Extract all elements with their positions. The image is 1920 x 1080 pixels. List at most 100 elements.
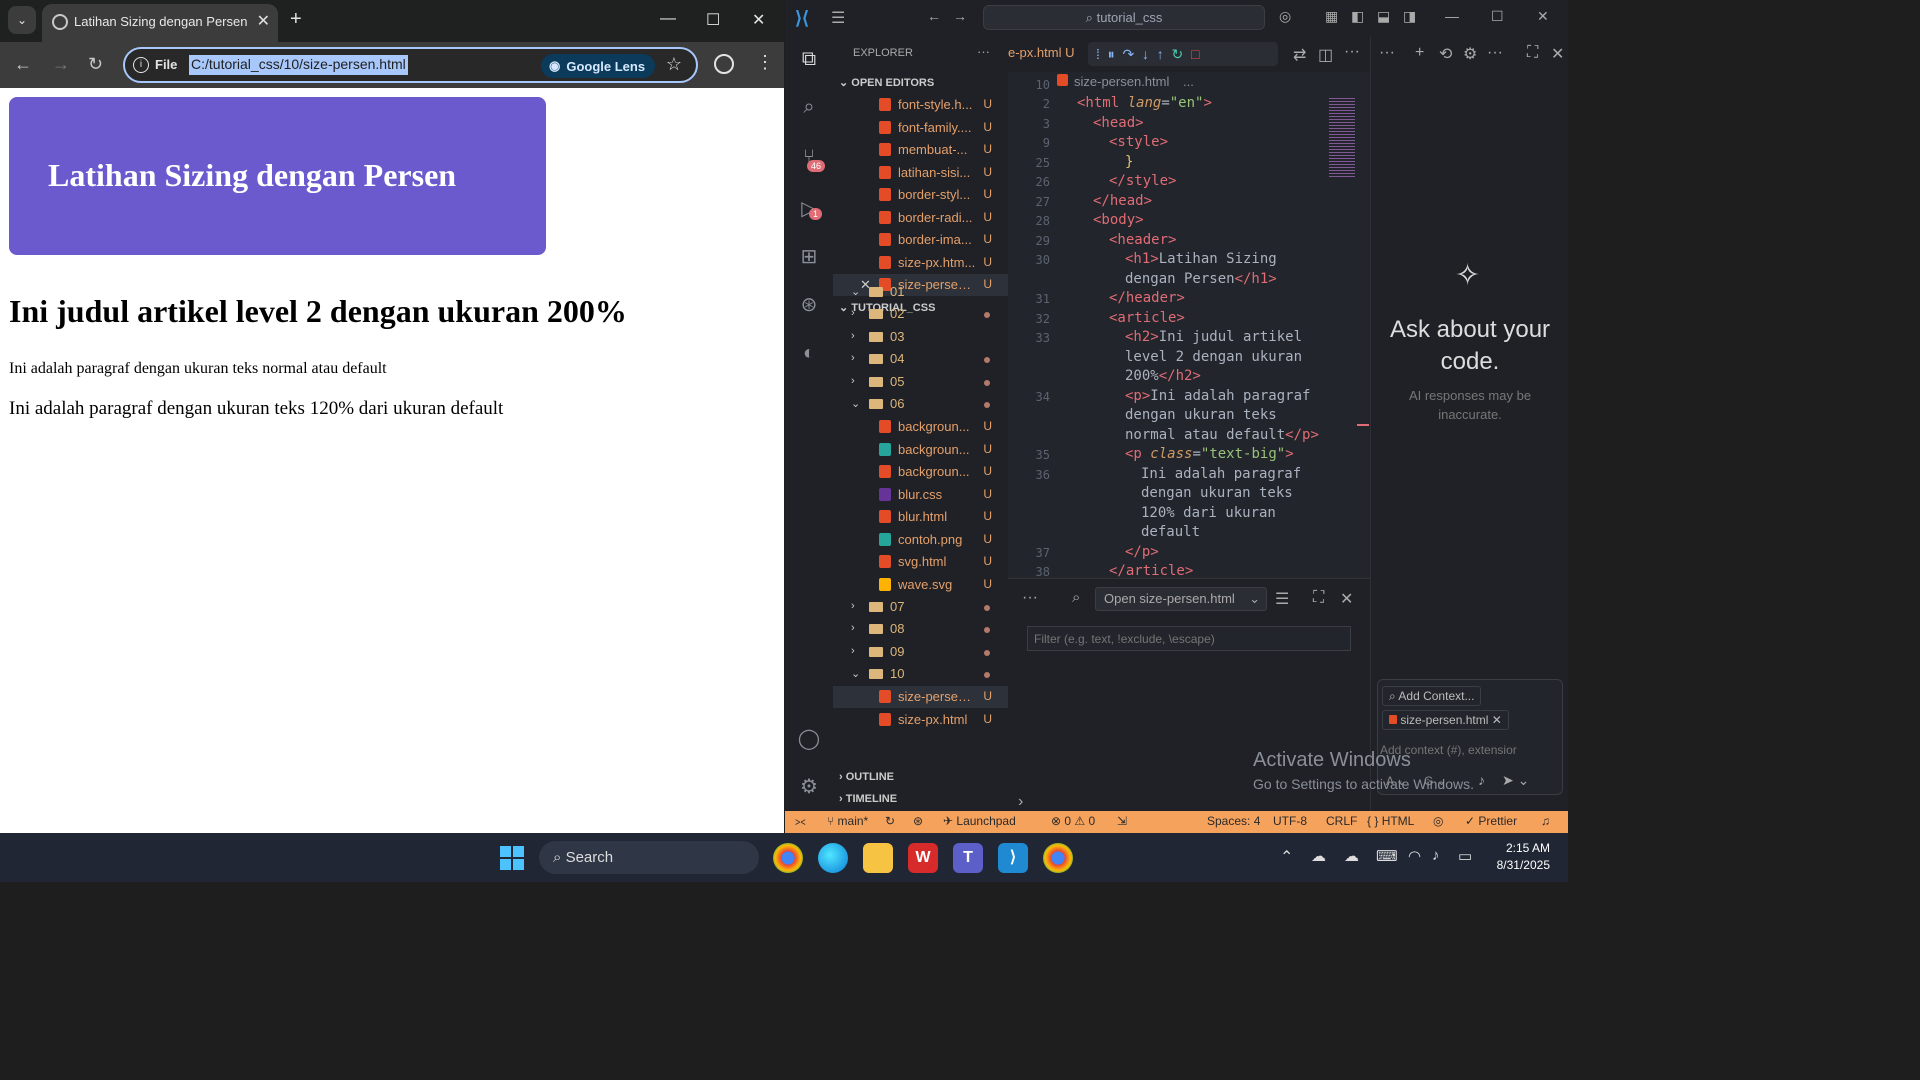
- chat-more-icon[interactable]: ···: [1379, 44, 1395, 62]
- send-icon[interactable]: ➤ ⌄: [1502, 772, 1529, 789]
- new-tab-button[interactable]: +: [290, 9, 302, 29]
- file-item[interactable]: backgroun... U: [833, 439, 1008, 461]
- close-window-button[interactable]: ✕: [752, 10, 765, 30]
- profile-icon[interactable]: [714, 54, 734, 74]
- folder-item[interactable]: › 09: [833, 641, 1008, 663]
- breadcrumb-file[interactable]: size-persen.html: [1074, 74, 1169, 89]
- folder-item[interactable]: ⌄ 10: [833, 663, 1008, 685]
- open-editor-item[interactable]: border-ima... U: [833, 229, 1008, 251]
- compare-icon[interactable]: ⇄: [1293, 45, 1306, 65]
- onedrive-icon[interactable]: ☁: [1311, 847, 1326, 865]
- folder-item[interactable]: ⌄ 06: [833, 393, 1008, 415]
- encoding-status[interactable]: UTF-8: [1273, 814, 1307, 828]
- remote-icon[interactable]: ⪥: [795, 814, 806, 829]
- taskbar-search[interactable]: ⌕ Search: [539, 841, 759, 874]
- url-text[interactable]: C:/tutorial_css/10/size-persen.html: [189, 55, 408, 75]
- reload-button[interactable]: ↻: [88, 54, 103, 74]
- open-editor-item[interactable]: font-style.h... U: [833, 94, 1008, 116]
- explorer-icon[interactable]: ⧉: [797, 48, 821, 72]
- folder-item[interactable]: › 05: [833, 371, 1008, 393]
- maximize-button[interactable]: ☐: [706, 10, 720, 30]
- open-editor-item[interactable]: latihan-sisi... U: [833, 162, 1008, 184]
- remove-context-icon[interactable]: ✕: [1492, 713, 1502, 727]
- breadcrumb-more[interactable]: ...: [1183, 74, 1194, 89]
- file-item[interactable]: size-persen... U: [833, 686, 1008, 708]
- file-item[interactable]: backgroun... U: [833, 416, 1008, 438]
- sync-icon[interactable]: ↻: [885, 814, 895, 828]
- launchpad-status[interactable]: ✈ Launchpad: [943, 814, 1016, 828]
- file-item[interactable]: size-px.html U: [833, 709, 1008, 731]
- open-editor-item[interactable]: membuat-... U: [833, 139, 1008, 161]
- chat-settings-icon[interactable]: ⚙: [1463, 44, 1477, 64]
- toggle-secondary-sidebar-icon[interactable]: ◨: [1403, 8, 1416, 25]
- battery-icon[interactable]: ▭: [1458, 847, 1472, 865]
- open-editor-item[interactable]: font-family.... U: [833, 117, 1008, 139]
- address-bar[interactable]: i File C:/tutorial_css/10/size-persen.ht…: [123, 47, 698, 83]
- stop-icon[interactable]: □: [1191, 46, 1199, 62]
- folder-item[interactable]: › 03: [833, 326, 1008, 348]
- clock[interactable]: 2:15 AM 8/31/2025: [1490, 840, 1550, 874]
- maximize-button[interactable]: ☐: [1491, 8, 1504, 25]
- settings-gear-icon[interactable]: ⚙: [797, 774, 821, 798]
- open-editors-section[interactable]: ⌄ OPEN EDITORS: [839, 76, 934, 89]
- chrome-active-taskbar-icon[interactable]: [1043, 843, 1073, 873]
- branch-status[interactable]: ⑂ main*: [827, 814, 868, 828]
- close-chat-icon[interactable]: ✕: [1551, 44, 1564, 64]
- layout-icon[interactable]: ▦: [1325, 8, 1338, 25]
- maximize-chat-icon[interactable]: ⛶: [1527, 44, 1538, 62]
- git-graph-icon[interactable]: ⊛: [797, 292, 821, 316]
- search-view-icon[interactable]: ⌕: [797, 96, 821, 120]
- chevron-right-icon[interactable]: ›: [1018, 793, 1023, 811]
- panel-more-icon[interactable]: ···: [1022, 589, 1038, 607]
- step-into-icon[interactable]: ↓: [1142, 46, 1149, 62]
- minimize-button[interactable]: —: [660, 10, 676, 28]
- output-channel-select[interactable]: Open size-persen.html ⌄: [1095, 587, 1267, 611]
- start-button[interactable]: [500, 846, 524, 870]
- back-button[interactable]: ←: [14, 54, 32, 74]
- file-explorer-taskbar-icon[interactable]: [863, 843, 893, 873]
- bookmark-star-icon[interactable]: ☆: [666, 54, 682, 75]
- extensions-icon[interactable]: ⊞: [797, 244, 821, 268]
- open-editor-item[interactable]: size-px.htm... U: [833, 252, 1008, 274]
- editor-more-icon[interactable]: ···: [1344, 43, 1360, 61]
- folder-item[interactable]: › 04: [833, 348, 1008, 370]
- folder-item[interactable]: › 07: [833, 596, 1008, 618]
- vscode-taskbar-icon[interactable]: ⟩: [998, 843, 1028, 873]
- file-item[interactable]: svg.html U: [833, 551, 1008, 573]
- forward-button[interactable]: →: [52, 54, 70, 74]
- wifi-icon[interactable]: ◠: [1408, 847, 1421, 865]
- wps-taskbar-icon[interactable]: W: [908, 843, 938, 873]
- toggle-panel-icon[interactable]: ⬓: [1377, 8, 1390, 25]
- problems-status[interactable]: ⊗ 0 ⚠ 0: [1051, 814, 1095, 828]
- keyboard-icon[interactable]: ⌨: [1376, 847, 1398, 865]
- chrome-menu-icon[interactable]: ⋮: [756, 52, 774, 73]
- remote-explorer-icon[interactable]: ◐: [797, 342, 821, 366]
- more-actions-icon[interactable]: ···: [977, 44, 990, 59]
- folder-item[interactable]: › 08: [833, 618, 1008, 640]
- toggle-sidebar-icon[interactable]: ◧: [1351, 8, 1364, 25]
- outline-section[interactable]: › OUTLINE: [839, 771, 894, 783]
- step-out-icon[interactable]: ↑: [1157, 46, 1164, 62]
- google-lens-button[interactable]: ◉ Google Lens: [541, 54, 656, 78]
- open-editor-item[interactable]: border-radi... U: [833, 207, 1008, 229]
- context-file-chip[interactable]: size-persen.html ✕: [1382, 710, 1509, 730]
- maximize-panel-icon[interactable]: ⛶: [1313, 589, 1324, 607]
- account-icon[interactable]: ◯: [797, 726, 821, 750]
- forward-arrow-icon[interactable]: →: [953, 8, 967, 24]
- open-editor-item[interactable]: border-styl... U: [833, 184, 1008, 206]
- chat-overflow-icon[interactable]: ···: [1487, 44, 1503, 62]
- language-status[interactable]: { } HTML: [1367, 814, 1414, 828]
- split-editor-icon[interactable]: ◫: [1318, 45, 1333, 65]
- site-info-icon[interactable]: i: [133, 57, 149, 73]
- volume-icon[interactable]: ♪: [1432, 847, 1440, 864]
- eol-status[interactable]: CRLF: [1326, 814, 1357, 828]
- git-graph-status-icon[interactable]: ⊛: [913, 814, 923, 828]
- history-icon[interactable]: ⟲: [1439, 44, 1452, 64]
- menu-icon[interactable]: ☰: [831, 8, 845, 28]
- restart-icon[interactable]: ↻: [1172, 46, 1184, 62]
- copilot-status-icon[interactable]: ◎: [1433, 814, 1443, 828]
- step-over-icon[interactable]: ↷: [1122, 46, 1134, 62]
- file-item[interactable]: wave.svg U: [833, 574, 1008, 596]
- cloud-sync-icon[interactable]: ☁: [1344, 847, 1359, 865]
- live-share-icon[interactable]: ⇲: [1117, 814, 1127, 828]
